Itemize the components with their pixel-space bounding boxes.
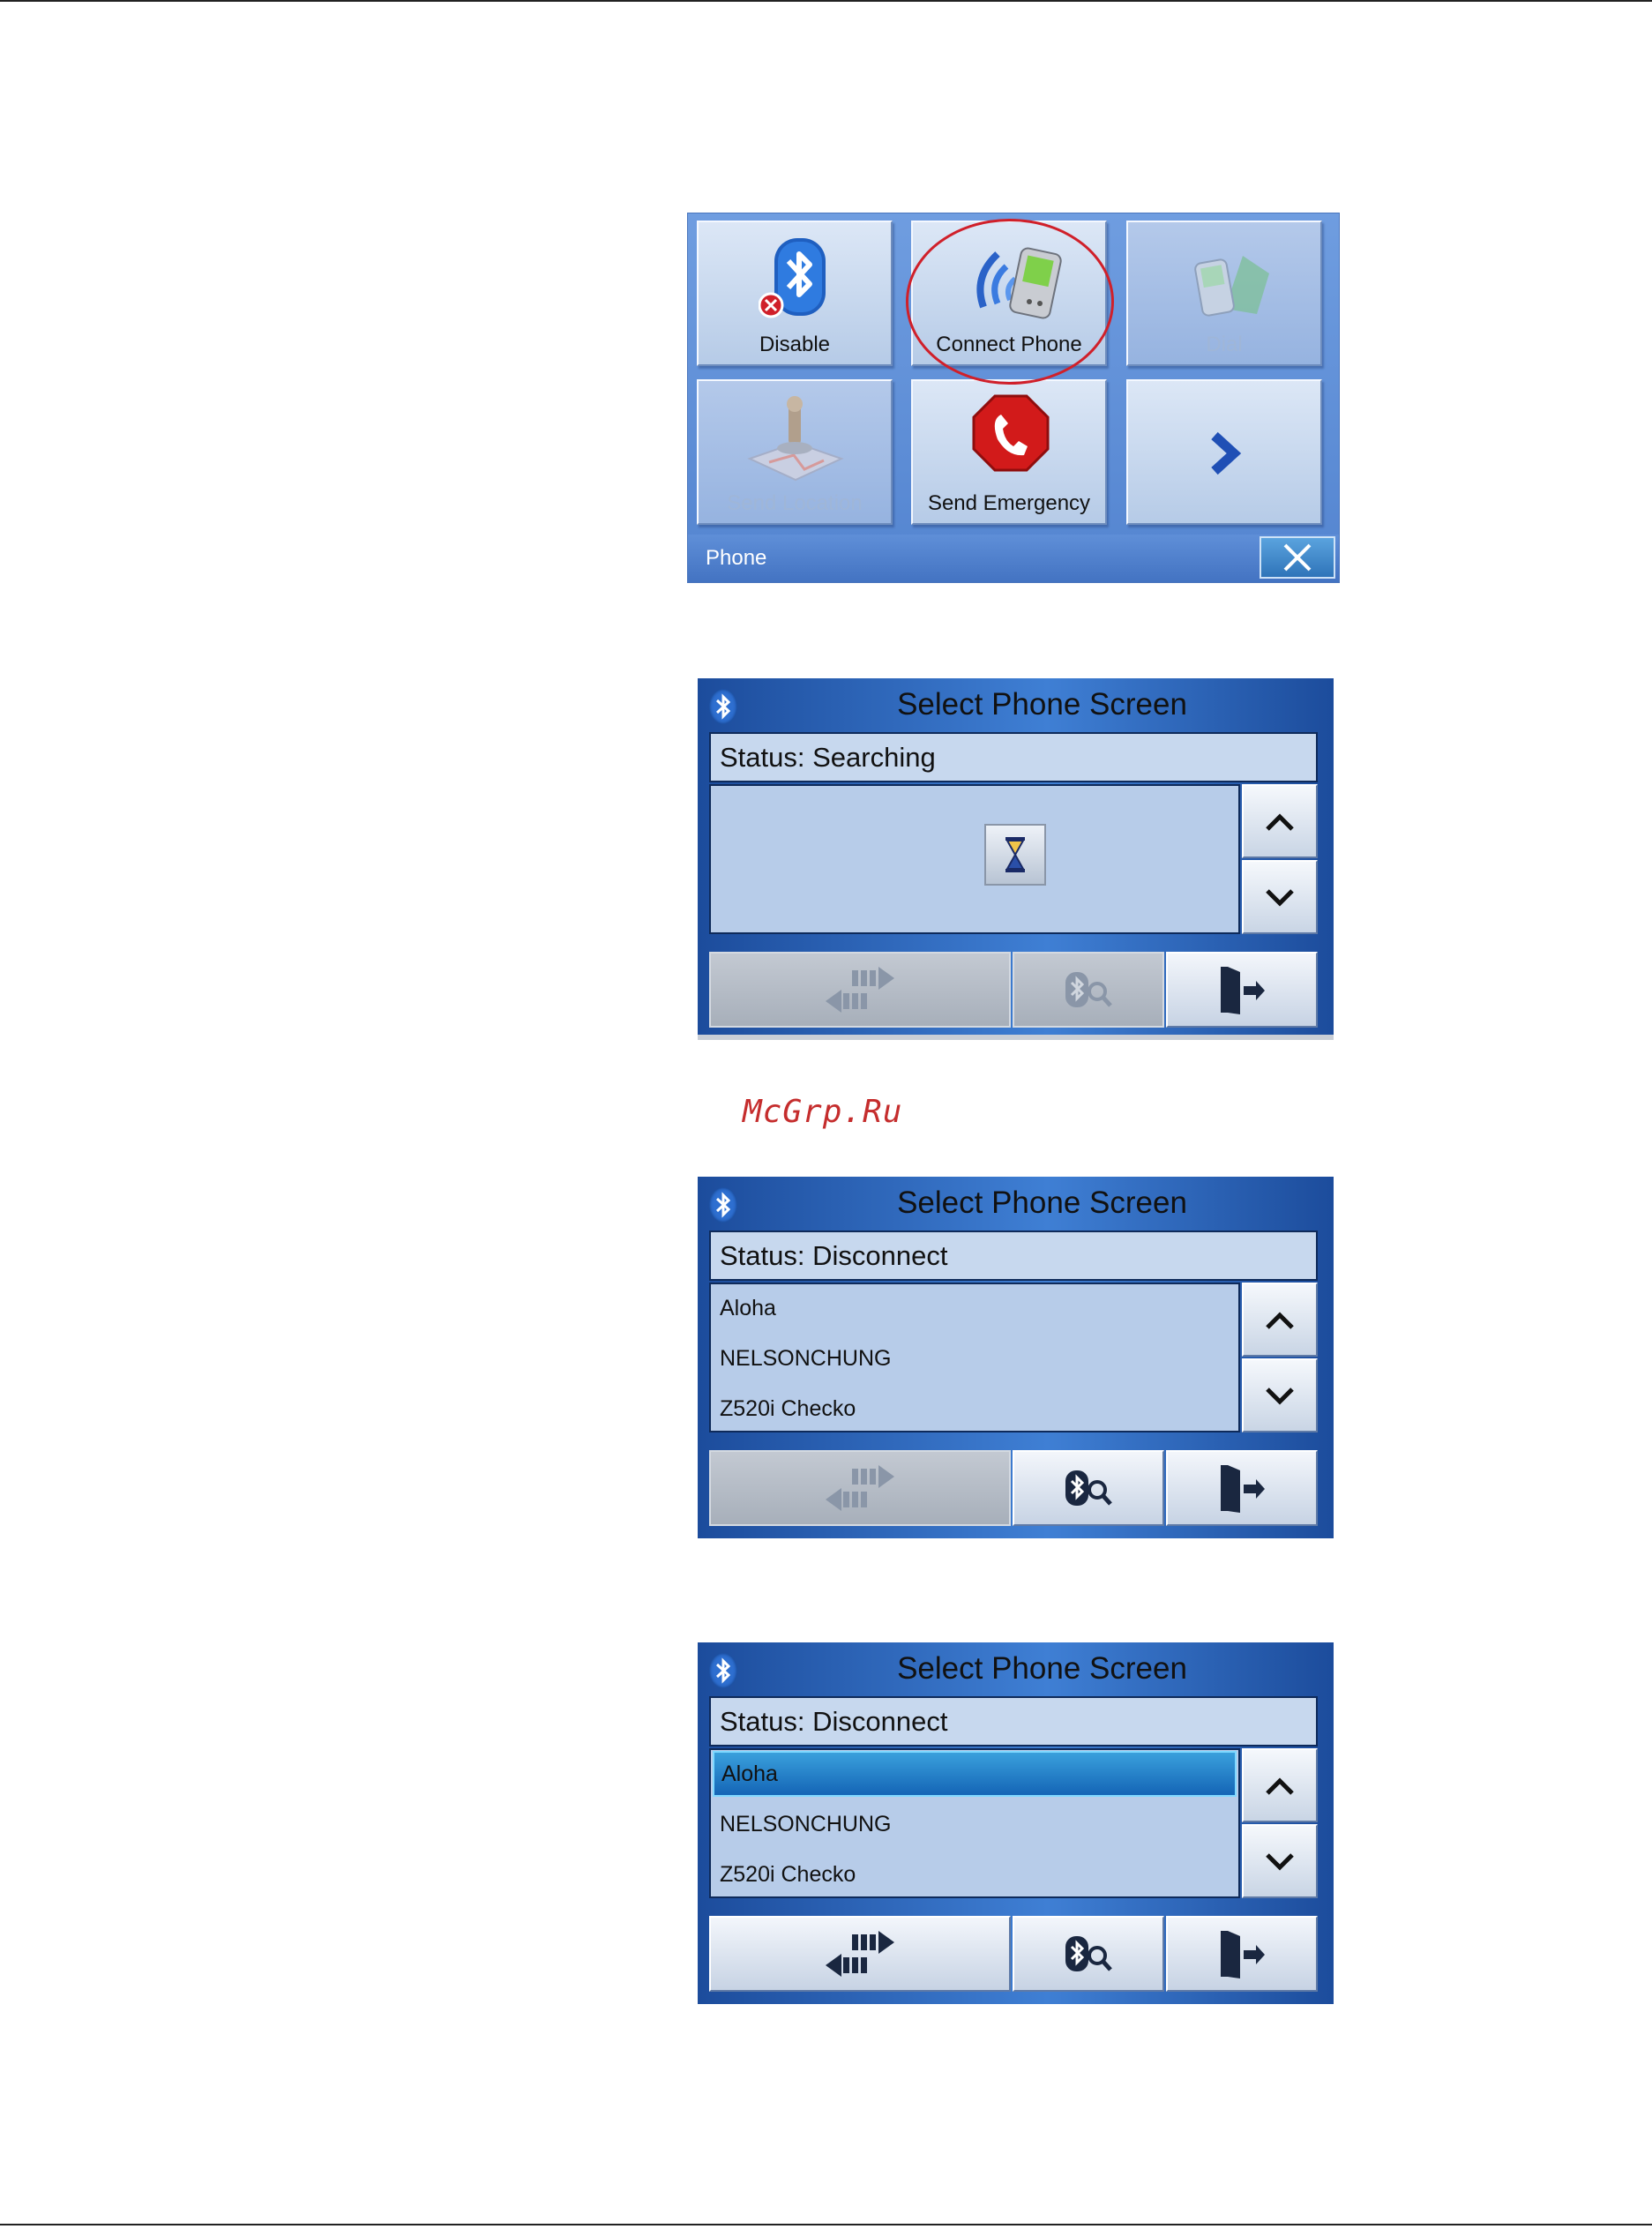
- close-button[interactable]: [1260, 536, 1335, 579]
- dial-button[interactable]: Dial: [1126, 221, 1322, 366]
- status-text: Status: Disconnect: [709, 1230, 1318, 1281]
- device-item-aloha[interactable]: Aloha: [713, 1285, 1237, 1331]
- chevron-down-icon: [1266, 1388, 1294, 1405]
- scroll-down-button[interactable]: [1242, 1824, 1318, 1898]
- bluetooth-search-icon: [1065, 1936, 1112, 1971]
- select-phone-screen-searching: Select Phone Screen Status: Searching: [698, 678, 1334, 1040]
- bluetooth-icon: [709, 1653, 737, 1688]
- connect-phone-highlight: [906, 219, 1114, 385]
- bluetooth-icon: [709, 689, 737, 724]
- send-emergency-button[interactable]: Send Emergency: [911, 379, 1107, 525]
- bluetooth-icon: [709, 1187, 737, 1223]
- device-item-nelsonchung[interactable]: NELSONCHUNG: [713, 1801, 1237, 1847]
- device-item-z520i-checko[interactable]: Z520i Checko: [713, 1851, 1237, 1897]
- connect-button[interactable]: [709, 1916, 1011, 1992]
- bottom-rule: [0, 2224, 1652, 2225]
- scroll-down-button[interactable]: [1242, 860, 1318, 934]
- bluetooth-search-icon: [1065, 1470, 1112, 1506]
- hourglass-icon: [984, 824, 1046, 886]
- bluetooth-search-button[interactable]: [1013, 1916, 1164, 1992]
- chevron-down-icon: [1266, 889, 1294, 907]
- exit-door-icon: [1221, 967, 1265, 1014]
- device-list: Aloha NELSONCHUNG Z520i Checko: [709, 1283, 1240, 1432]
- connect-arrows-icon: [826, 967, 894, 1013]
- chevron-right-icon: [1211, 431, 1242, 475]
- exit-button[interactable]: [1166, 952, 1318, 1028]
- tile-label-dial: Dial: [1206, 333, 1243, 356]
- chevron-up-icon: [1266, 813, 1294, 831]
- device-item-aloha[interactable]: Aloha: [713, 1751, 1237, 1797]
- connect-button[interactable]: [709, 952, 1011, 1028]
- status-text: Status: Disconnect: [709, 1696, 1318, 1747]
- tile-label-send-location: Send Location: [727, 491, 863, 515]
- scroll-up-button[interactable]: [1242, 784, 1318, 858]
- device-list: Aloha NELSONCHUNG Z520i Checko: [709, 1748, 1240, 1898]
- bluetooth-disable-icon: [759, 238, 826, 318]
- status-text: Status: Searching: [709, 732, 1318, 782]
- disable-button[interactable]: Disable: [697, 221, 893, 366]
- phone-menu-title: Phone: [706, 546, 767, 570]
- scroll-up-button[interactable]: [1242, 1748, 1318, 1822]
- emergency-phone-icon: [972, 394, 1050, 472]
- send-location-button[interactable]: Send Location: [697, 379, 893, 525]
- phone-menu-footer: Phone: [688, 535, 1339, 582]
- screen-title: Select Phone Screen: [897, 1186, 1187, 1220]
- close-icon: [1283, 543, 1312, 572]
- scroll-down-button[interactable]: [1242, 1358, 1318, 1432]
- connect-arrows-icon: [826, 1931, 894, 1977]
- exit-button[interactable]: [1166, 1916, 1318, 1992]
- top-rule: [0, 0, 1652, 2]
- device-item-nelsonchung[interactable]: NELSONCHUNG: [713, 1335, 1237, 1381]
- select-phone-screen-list: Select Phone Screen Status: Disconnect A…: [698, 1177, 1334, 1538]
- watermark-text: McGrp.Ru: [743, 1094, 903, 1130]
- tile-label-send-emergency: Send Emergency: [927, 491, 1091, 515]
- exit-door-icon: [1221, 1931, 1265, 1978]
- connect-arrows-icon: [826, 1465, 894, 1511]
- phone-menu: Disable Connect Phone Dial Send Location…: [687, 213, 1340, 583]
- exit-door-icon: [1221, 1465, 1265, 1513]
- next-page-button[interactable]: [1126, 379, 1322, 525]
- chevron-up-icon: [1266, 1312, 1294, 1329]
- device-list: [709, 784, 1240, 934]
- chevron-down-icon: [1266, 1853, 1294, 1871]
- select-phone-screen-selected: Select Phone Screen Status: Disconnect A…: [698, 1642, 1334, 2004]
- device-item-z520i-checko[interactable]: Z520i Checko: [713, 1386, 1237, 1432]
- send-location-icon: [747, 396, 844, 482]
- exit-button[interactable]: [1166, 1450, 1318, 1526]
- connect-button[interactable]: [709, 1450, 1011, 1526]
- chevron-up-icon: [1266, 1777, 1294, 1795]
- scroll-up-button[interactable]: [1242, 1283, 1318, 1357]
- screen-title: Select Phone Screen: [897, 1651, 1187, 1686]
- dial-phone-icon: [1194, 256, 1269, 317]
- bluetooth-search-icon: [1065, 972, 1112, 1007]
- screen-title: Select Phone Screen: [897, 687, 1187, 722]
- bluetooth-search-button[interactable]: [1013, 1450, 1164, 1526]
- tile-label-disable: Disable: [759, 333, 831, 356]
- bluetooth-search-button[interactable]: [1013, 952, 1164, 1028]
